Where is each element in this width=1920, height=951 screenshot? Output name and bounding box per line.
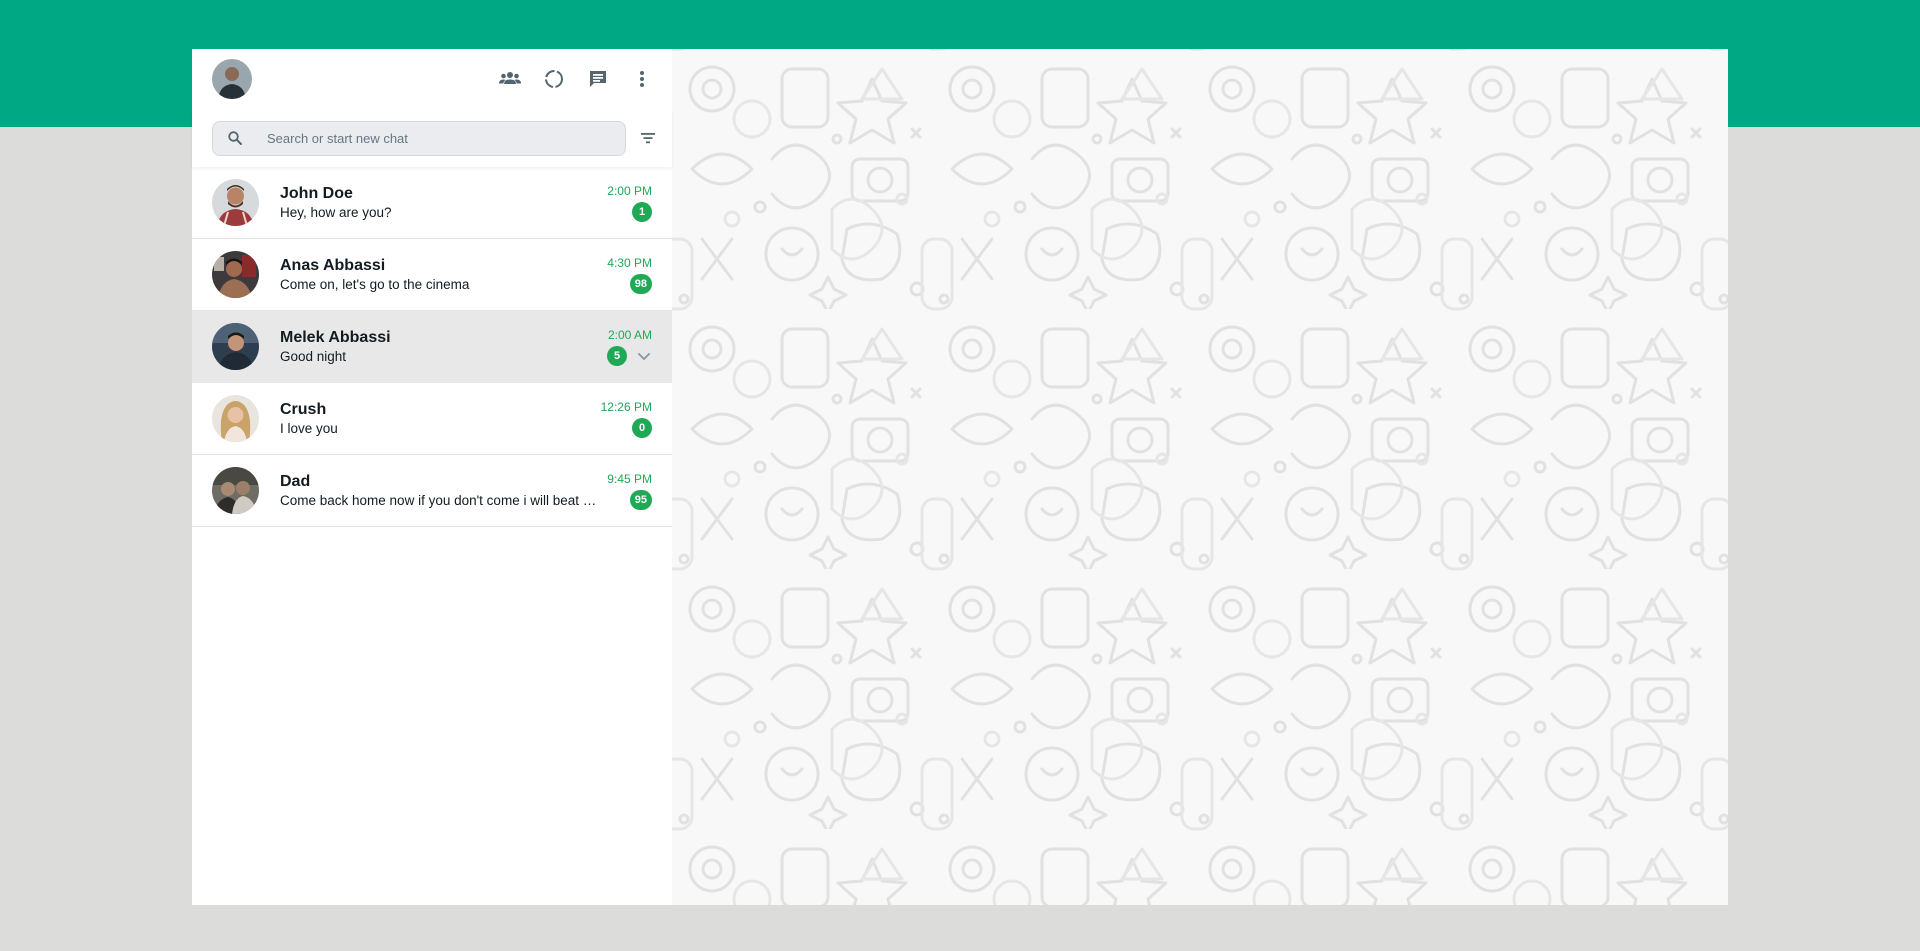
- unread-badge: 98: [629, 274, 652, 294]
- avatar: [212, 395, 259, 442]
- chat-item-john-doe[interactable]: John Doe Hey, how are you? 2:00 PM 1: [192, 167, 672, 239]
- community-icon[interactable]: [498, 67, 522, 91]
- chat-name: Melek Abbassi: [280, 328, 391, 346]
- sidebar-header: [192, 49, 672, 109]
- status-icon[interactable]: [542, 67, 566, 91]
- header-actions: [498, 67, 654, 91]
- avatar: [212, 251, 259, 298]
- avatar: [212, 179, 259, 226]
- search-row: [192, 109, 672, 167]
- unread-badge: 95: [629, 490, 652, 510]
- doodle-pattern: [672, 49, 1728, 905]
- search-box: [212, 120, 626, 156]
- chat-item-dad[interactable]: Dad Come back home now if you don't come…: [192, 455, 672, 527]
- avatar: [212, 467, 259, 514]
- search-input[interactable]: [265, 129, 611, 147]
- profile-avatar[interactable]: [212, 59, 252, 99]
- chat-last-message: I love you: [280, 420, 338, 436]
- chevron-down-icon[interactable]: [636, 348, 652, 364]
- chat-item-melek-abbassi[interactable]: Melek Abbassi Good night 2:00 AM 5: [192, 311, 672, 383]
- unread-badge: 5: [607, 346, 627, 366]
- search-icon: [228, 131, 242, 145]
- chat-time: 12:26 PM: [600, 400, 652, 414]
- chat-name: John Doe: [280, 184, 353, 202]
- new-chat-icon[interactable]: [586, 67, 610, 91]
- chat-last-message: Come on, let's go to the cinema: [280, 276, 470, 292]
- app-window: John Doe Hey, how are you? 2:00 PM 1 Ana…: [192, 49, 1728, 905]
- unread-badge: 0: [632, 418, 652, 438]
- menu-icon[interactable]: [630, 67, 654, 91]
- chat-last-message: Good night: [280, 348, 347, 364]
- chat-name: Anas Abbassi: [280, 256, 386, 274]
- chat-list: John Doe Hey, how are you? 2:00 PM 1 Ana…: [192, 167, 672, 905]
- chat-background-panel: [672, 49, 1728, 905]
- chat-time: 9:45 PM: [607, 472, 652, 486]
- chat-item-crush[interactable]: Crush I love you 12:26 PM 0: [192, 383, 672, 455]
- avatar: [212, 323, 259, 370]
- chat-last-message: Come back home now if you don't come i w…: [280, 492, 600, 508]
- unread-badge: 1: [632, 202, 652, 222]
- chat-name: Dad: [280, 472, 311, 490]
- chat-time: 2:00 AM: [607, 328, 652, 342]
- chat-name: Crush: [280, 400, 327, 418]
- chat-time: 2:00 PM: [607, 184, 652, 198]
- filter-icon[interactable]: [636, 126, 660, 150]
- sidebar: John Doe Hey, how are you? 2:00 PM 1 Ana…: [192, 49, 672, 905]
- chat-last-message: Hey, how are you?: [280, 204, 392, 220]
- chat-item-anas-abbassi[interactable]: Anas Abbassi Come on, let's go to the ci…: [192, 239, 672, 311]
- chat-time: 4:30 PM: [607, 256, 652, 270]
